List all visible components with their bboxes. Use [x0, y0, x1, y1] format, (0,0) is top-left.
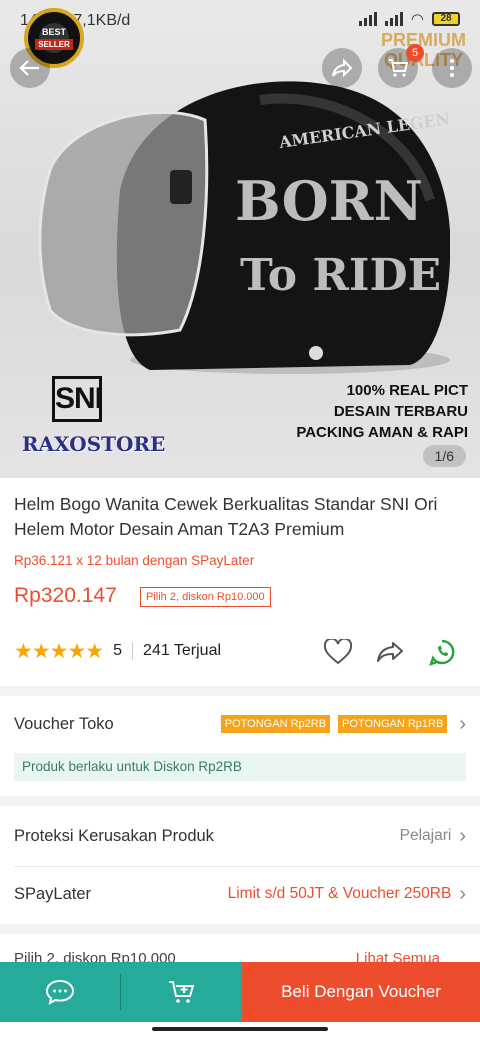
bottom-action-bar: Beli Dengan Voucher: [0, 962, 480, 1022]
bundle-discount-badge[interactable]: Pilih 2, diskon Rp10.000: [140, 587, 271, 607]
chevron-right-icon: ›: [459, 712, 466, 735]
cart-button[interactable]: 5: [378, 44, 424, 88]
buy-with-voucher-button[interactable]: Beli Dengan Voucher: [242, 962, 480, 1022]
status-icons: ◠ 28: [358, 10, 460, 28]
divider: [132, 642, 134, 660]
share-icon: [332, 58, 353, 78]
protection-label: Proteksi Kerusakan Produk: [14, 826, 214, 845]
wifi-icon: ◠: [410, 11, 424, 28]
voucher-note: Produk berlaku untuk Diskon Rp2RB: [14, 753, 466, 781]
chat-button[interactable]: [0, 962, 120, 1022]
store-watermark: RAXOSTORE: [22, 432, 166, 456]
section-gap: [0, 686, 480, 696]
section-gap: [0, 924, 480, 934]
add-to-cart-button[interactable]: [121, 962, 242, 1022]
sni-logo: SNI: [52, 376, 103, 422]
protection-value: Pelajari: [399, 827, 452, 844]
chevron-right-icon: ›: [459, 882, 466, 905]
back-button[interactable]: [10, 48, 50, 88]
product-image-carousel[interactable]: 14:33 47,1KB/d ◠ 28 BEST SELLER PREMIUM …: [0, 0, 480, 478]
image-pager: 1/6: [422, 445, 466, 467]
sold-count: 241 Terjual: [143, 642, 222, 659]
signal-icon: [384, 12, 403, 26]
helmet-image: AMERICAN LEGEND BORN To RIDE: [38, 81, 450, 374]
home-indicator: [0, 1022, 480, 1040]
add-to-cart-icon: [168, 981, 194, 1003]
heart-icon[interactable]: [324, 639, 352, 665]
share-icon[interactable]: [376, 639, 404, 665]
spaylater-value: Limit s/d 50JT & Voucher 250RB: [227, 885, 452, 902]
whatsapp-icon[interactable]: [428, 638, 456, 666]
share-button[interactable]: [322, 48, 362, 88]
product-price: Rp320.147: [14, 584, 117, 607]
voucher-tag[interactable]: POTONGAN Rp1RB: [338, 715, 448, 733]
signal-icon: [358, 12, 377, 26]
chat-icon: [45, 979, 75, 1005]
spaylater-label: SPayLater: [14, 884, 92, 903]
cart-count-badge: 5: [406, 44, 424, 62]
voucher-tag[interactable]: POTONGAN Rp2RB: [220, 715, 331, 733]
rating-row: ★★★★★ 5 241 Terjual: [14, 638, 466, 666]
rating-value: 5: [113, 642, 123, 659]
installment-text[interactable]: Rp36.121 x 12 bulan dengan SPayLater: [14, 553, 254, 568]
chevron-right-icon: ›: [459, 824, 466, 847]
more-vertical-icon: [450, 59, 454, 77]
promo-text: 100% REAL PICT DESAIN TERBARU PACKING AM…: [296, 382, 468, 441]
back-arrow-icon: [19, 60, 39, 76]
divider: [14, 866, 480, 867]
star-rating-icon: ★★★★★: [14, 639, 104, 663]
voucher-row[interactable]: Voucher Toko POTONGAN Rp2RB POTONGAN Rp1…: [14, 710, 466, 738]
voucher-label: Voucher Toko: [14, 714, 114, 733]
section-gap: [0, 796, 480, 806]
protection-row[interactable]: Proteksi Kerusakan Produk Pelajari ›: [14, 822, 466, 850]
more-options-button[interactable]: [432, 48, 472, 88]
svg-text:BORN: BORN: [235, 169, 423, 233]
cart-icon: [389, 59, 409, 77]
product-title: Helm Bogo Wanita Cewek Berkualitas Stand…: [14, 494, 438, 539]
battery-icon: 28: [432, 12, 460, 26]
spaylater-row[interactable]: SPayLater Limit s/d 50JT & Voucher 250RB…: [14, 880, 466, 908]
svg-text:To RIDE: To RIDE: [240, 250, 441, 301]
